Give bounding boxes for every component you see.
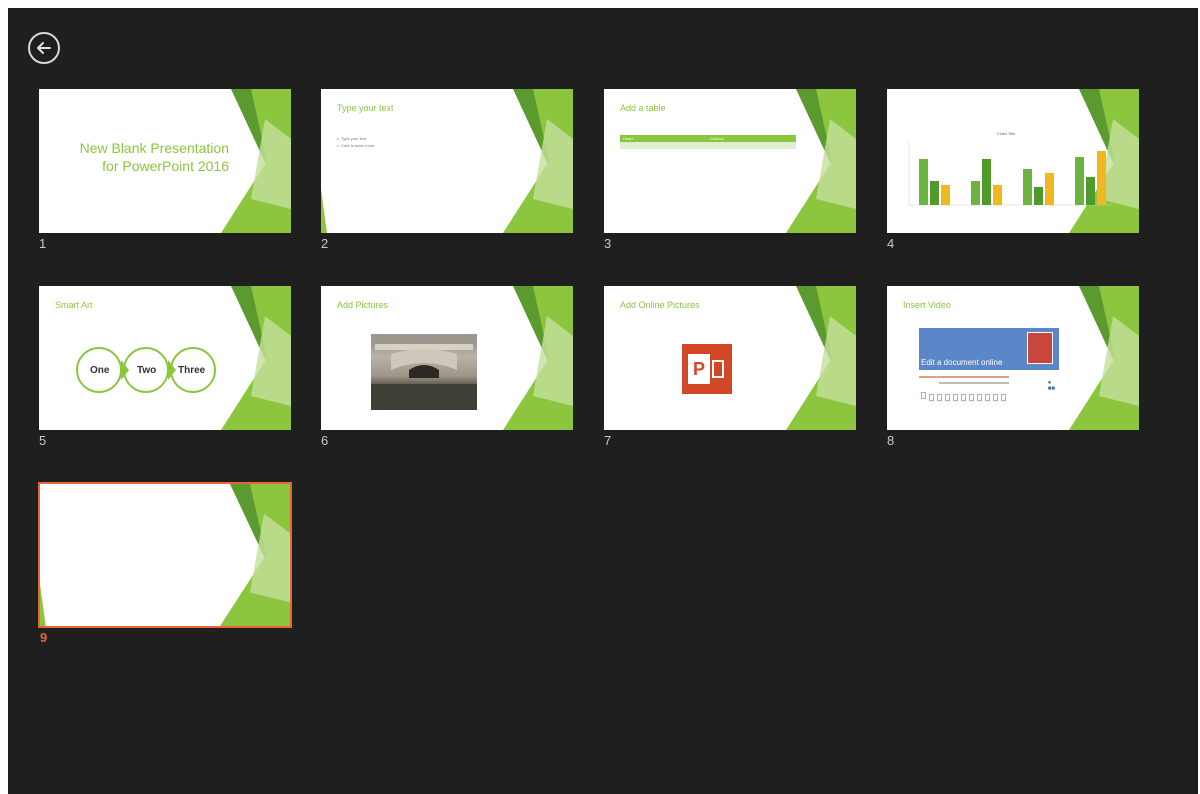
slide-thumbnail-5[interactable]: Smart Art One Two Three [39,286,291,430]
smartart-item: One [90,365,110,376]
green-decoration [786,89,856,233]
powerpoint-icon: P [682,344,732,394]
slide-number: 7 [604,433,612,448]
slide-sorter-view: New Blank Presentation for PowerPoint 20… [8,8,1198,794]
left-green-edge [40,584,46,626]
slide-title: Add a table [620,103,666,113]
video-thumbnail: Edit a document online [919,328,1059,370]
slide-thumbnail-1[interactable]: New Blank Presentation for PowerPoint 20… [39,89,291,233]
slide-thumbnail-4[interactable]: Chart Title [887,89,1139,233]
green-decoration [503,286,573,430]
green-decoration [1069,286,1139,430]
slide-number: 6 [321,433,329,448]
arrow-left-icon [37,42,51,54]
left-green-edge [321,189,327,233]
smartart-item: Three [178,365,206,376]
table-row [620,142,796,149]
back-button[interactable] [28,32,60,64]
slide-title: New Blank Presentation for PowerPoint 20… [79,140,229,174]
slide-thumbnail-8[interactable]: Insert Video Edit a document online ● ■■ [887,286,1139,430]
bridge-image [371,334,477,410]
slide-thumbnail-9[interactable] [38,482,292,628]
smartart-item: Two [137,365,157,376]
slide-number: 2 [321,236,329,251]
slide-bullets: ▸ Type your text ▸ Click to learn more [337,136,375,148]
slide-number: 1 [39,236,47,251]
slide-thumbnail-3[interactable]: Add a table Head Column [604,89,856,233]
green-decoration [503,89,573,233]
table-header: Head Column [620,135,796,142]
slide-photo [371,334,477,410]
slide-number: 5 [39,433,47,448]
slide-thumbnail-6[interactable]: Add Pictures [321,286,573,430]
green-decoration [786,286,856,430]
slide-number: 8 [887,433,895,448]
slide-title: Add Pictures [337,300,389,310]
slide-thumbnail-7[interactable]: Add Online Pictures P [604,286,856,430]
slide-title: Smart Art [55,300,93,310]
presenter-image [1027,332,1053,364]
slide-number: 3 [604,236,612,251]
slide-number: 4 [887,236,895,251]
slide-thumbnail-2[interactable]: Type your text ▸ Type your text ▸ Click to… [321,89,573,233]
green-decoration [221,286,291,430]
slide-chart [908,142,1112,206]
video-banner-text: Edit a document online [921,358,1003,367]
logo: ● ■■ [1047,380,1055,392]
video-content: ● ■■ [919,374,1059,410]
green-decoration [221,89,291,233]
green-decoration [220,484,290,626]
slide-title: Type your text [337,103,394,113]
slide-title: Add Online Pictures [620,300,700,310]
slide-number: 9 [40,630,48,645]
slide-title: Insert Video [903,300,951,310]
